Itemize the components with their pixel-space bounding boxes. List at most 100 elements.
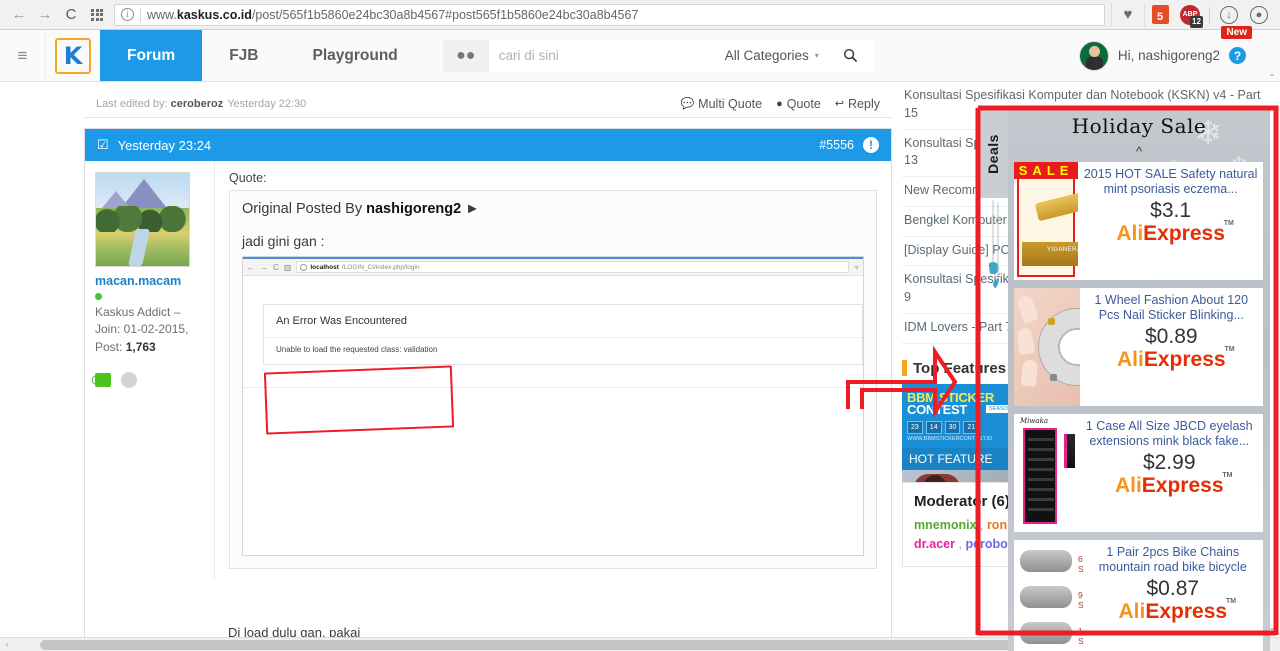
- screenshot-apps-icon: ▥: [283, 262, 292, 272]
- moderator-link[interactable]: mnemonix: [914, 518, 977, 532]
- post-timestamp: Yesterday 23:24: [117, 137, 212, 153]
- brand-express: Express: [1145, 599, 1228, 623]
- screenshot-reload-icon: C: [273, 262, 279, 272]
- thumb-speed-label: 9 Speed: [1078, 590, 1083, 610]
- brand-ali: Ali: [1118, 599, 1146, 623]
- thumb-lash: [1066, 478, 1076, 512]
- avatar[interactable]: [1078, 40, 1109, 71]
- deals-tab-label: Deals: [985, 134, 1002, 174]
- bookmark-heart-button[interactable]: ♥: [1111, 2, 1145, 27]
- search-bar: ●● All Categories ▾: [442, 30, 873, 81]
- quote-label: Quote: [786, 96, 821, 111]
- post-actions: 💬 Multi Quote ● Quote ↩ Reply: [680, 97, 880, 111]
- reply-button[interactable]: ↩ Reply: [835, 97, 880, 111]
- ad-thumbnail-eyelash-case: Miwaka: [1014, 414, 1076, 532]
- reload-button[interactable]: C: [58, 2, 84, 28]
- ad-overlay-panel[interactable]: ❄ ❄ ❄ ❄ ❄ ❄ ❄ ❄ Holiday Sale ^ SALE YIGA…: [1008, 108, 1270, 651]
- author-badges: [92, 372, 204, 389]
- name-separator: ,: [955, 536, 966, 551]
- search-field-wrap: All Categories ▾: [488, 39, 829, 72]
- last-edited-user[interactable]: ceroberoz: [171, 98, 224, 110]
- ad-headline: Holiday Sale: [1071, 114, 1207, 138]
- post-number[interactable]: #5556: [819, 138, 854, 152]
- apps-button[interactable]: [84, 2, 110, 28]
- ad-title: 2015 HOT SALE Safety natural mint psoria…: [1083, 167, 1258, 196]
- kaskus-logo-icon: K: [55, 37, 91, 74]
- ad-title: 1 Wheel Fashion About 120 Pcs Nail Stick…: [1094, 293, 1249, 322]
- author-rank: Kaskus Addict –: [95, 305, 181, 319]
- thumb-dot: [1048, 318, 1055, 325]
- quote-header-user[interactable]: nashigoreng2: [366, 201, 461, 217]
- moderator-link[interactable]: pcrobot: [965, 537, 1012, 551]
- ad-info: 1 Case All Size JBCD eyelash extensions …: [1075, 414, 1263, 532]
- quote-button[interactable]: ● Quote: [776, 97, 821, 111]
- profile-button[interactable]: ●: [1244, 2, 1274, 28]
- user-area[interactable]: Hi, nashigoreng2 ? New: [1078, 26, 1280, 81]
- aliexpress-logo: AliExpress TM: [1114, 472, 1233, 497]
- author-avatar[interactable]: [95, 172, 190, 267]
- url-path: /post/565f1b5860e24bc30a8b4567#post565f1…: [251, 7, 639, 22]
- html5-extension-button[interactable]: 5: [1145, 2, 1175, 28]
- menu-button[interactable]: ≡: [0, 30, 46, 81]
- html5-icon: 5: [1151, 5, 1169, 24]
- post-author-sidebar: macan.macam Kaskus Addict – Join: 01-02-…: [85, 161, 215, 579]
- search-input[interactable]: [498, 48, 725, 63]
- back-button[interactable]: ←: [6, 2, 32, 28]
- search-button[interactable]: [828, 39, 873, 72]
- quote-jump-icon[interactable]: ►: [465, 201, 479, 217]
- quote-label: Quote:: [229, 171, 267, 185]
- ad-item[interactable]: Miwaka 1 Case All Size JBCD eyelash exte…: [1014, 414, 1263, 532]
- url-domain: kaskus.co.id: [176, 7, 252, 22]
- post-reply-line-1: Di load dulu gan, pakai: [228, 625, 361, 637]
- browser-toolbar: ← → C i www.kaskus.co.id/post/565f1b5860…: [0, 0, 1280, 30]
- ad-item[interactable]: 6/7/8 Speed 9 Speed 10 Speed 1 Pair 2pcs…: [1014, 540, 1263, 651]
- quote-box: Original Posted By nashigoreng2 ► jadi g…: [229, 190, 877, 569]
- moderator-link[interactable]: dr.acer: [914, 537, 955, 551]
- deals-tab-handle[interactable]: Deals: [978, 110, 1008, 198]
- logo[interactable]: K: [46, 30, 100, 81]
- apps-grid-icon: [91, 8, 103, 21]
- bbm-countdown: 23 14 30 21: [907, 420, 980, 434]
- screenshot-forward-icon: →: [260, 262, 268, 272]
- nav-tab-fjb[interactable]: FJB: [202, 30, 285, 81]
- screenshot-url-path: /LOGIN_CI/index.php/login: [341, 263, 420, 271]
- brand-ali: Ali: [1114, 473, 1142, 497]
- checkbox-icon[interactable]: ☑: [97, 137, 109, 153]
- page-info-icon[interactable]: i: [121, 8, 134, 21]
- thumb-case: [1023, 428, 1057, 524]
- forward-button[interactable]: →: [32, 2, 58, 28]
- last-edited-row: Last edited by: ceroberoz Yesterday 22:3…: [84, 90, 892, 118]
- scroll-down-button[interactable]: ⌄: [1265, 620, 1279, 634]
- report-icon[interactable]: !: [863, 137, 879, 153]
- multi-quote-button[interactable]: 💬 Multi Quote: [680, 97, 762, 111]
- author-username[interactable]: macan.macam: [95, 274, 204, 288]
- reputation-badge-icon[interactable]: [121, 372, 137, 389]
- ad-collapse-button[interactable]: ^: [1008, 144, 1270, 159]
- brand-express: Express: [1141, 473, 1224, 497]
- adblock-extension-button[interactable]: ABP 12: [1175, 2, 1205, 28]
- address-bar[interactable]: i www.kaskus.co.id/post/565f1b5860e24bc3…: [114, 3, 1105, 26]
- embedded-screenshot[interactable]: ← → C ▥ localhost/LOGIN_CI/index.php/log…: [242, 256, 864, 556]
- thumb-speed-label: 10 Speed: [1078, 626, 1083, 646]
- chat-bubble-button[interactable]: ●●: [442, 39, 489, 72]
- help-icon[interactable]: ?: [1229, 47, 1246, 64]
- aliexpress-logo: AliExpress TM: [1118, 598, 1236, 623]
- category-select[interactable]: All Categories ▾: [725, 48, 819, 63]
- aliexpress-logo: AliExpress TM: [1117, 346, 1235, 371]
- download-button[interactable]: ↓: [1214, 2, 1244, 28]
- nav-tab-playground[interactable]: Playground: [286, 30, 425, 81]
- nav-tab-forum[interactable]: Forum: [100, 30, 203, 81]
- scroll-left-button[interactable]: ‹: [0, 640, 14, 649]
- ad-item[interactable]: SALE YIGANERJING 2015 HOT SALE Safety na…: [1014, 162, 1263, 280]
- ad-thumbnail-cream-tube: SALE YIGANERJING: [1014, 162, 1079, 280]
- ad-item[interactable]: 1 Wheel Fashion About 120 Pcs Nail Stick…: [1014, 288, 1263, 406]
- reload-icon: C: [65, 6, 77, 23]
- scroll-up-button[interactable]: ⌃: [1265, 70, 1279, 84]
- ad-price: $0.89: [1145, 324, 1198, 348]
- cendol-badge-icon[interactable]: [92, 373, 111, 388]
- profile-icon: ●: [1250, 5, 1268, 24]
- name-separator: ,: [976, 518, 987, 532]
- heart-icon: ♥: [1123, 6, 1133, 23]
- error-body: Unable to load the requested class: vali…: [264, 337, 862, 364]
- brand-express: Express: [1143, 347, 1226, 371]
